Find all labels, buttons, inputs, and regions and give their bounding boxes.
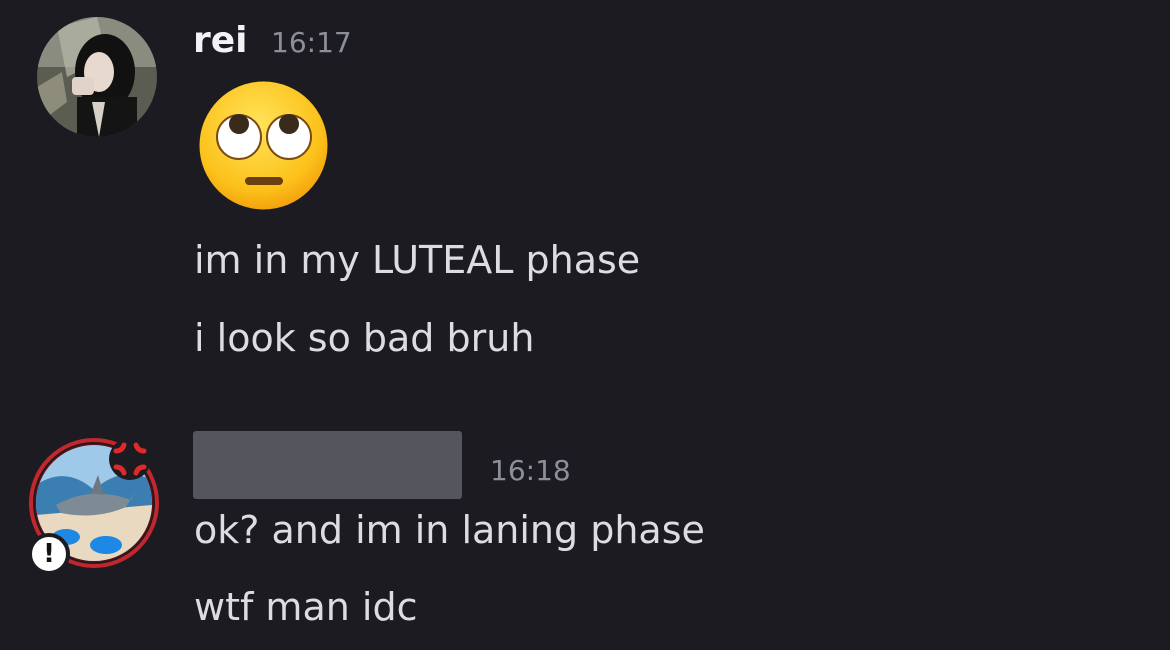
redacted-username <box>193 431 462 499</box>
message-text: ok? and im in laning phase <box>194 508 705 552</box>
message-group-2: ! 16:18 ok? and im in laning phase wtf m… <box>0 0 1170 650</box>
message-timestamp: 16:18 <box>490 454 571 487</box>
shark-avatar-wrapper[interactable]: ! <box>28 437 160 575</box>
message-text: wtf man idc <box>194 585 418 629</box>
alert-badge-icon: ! <box>28 533 70 575</box>
anger-symbol-icon <box>108 437 152 485</box>
